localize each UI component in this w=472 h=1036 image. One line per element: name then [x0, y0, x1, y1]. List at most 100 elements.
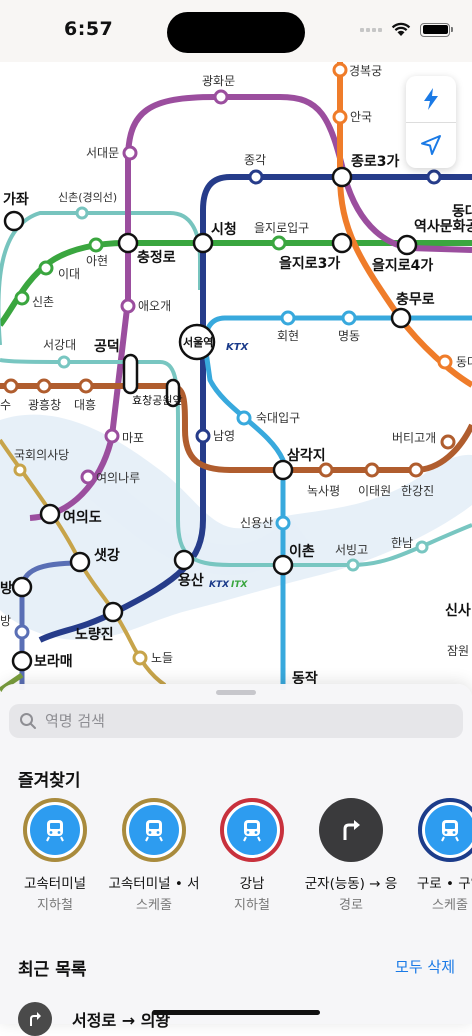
station-label: KTX: [226, 342, 250, 353]
favorite-type: 스케줄: [136, 898, 172, 913]
favorite-item[interactable]: 고속터미널 지하철: [5, 798, 105, 913]
station-label: 명동: [338, 329, 360, 343]
station-label: 안국: [350, 110, 372, 124]
favorite-item[interactable]: 군자(능동) → 응 경로: [301, 798, 401, 913]
favorite-name: 군자(능동) → 응: [304, 876, 398, 892]
station-label: 을지로4가: [372, 258, 433, 274]
station-label: 남영: [213, 429, 235, 443]
station-label: 여의나루: [96, 471, 140, 485]
route-arrow-icon: [343, 820, 360, 840]
station-label: 광흥창: [28, 398, 61, 412]
favorites-row[interactable]: 고속터미널 지하철 고속터미널 • 서 스케줄 강남 지하철 군자(능동) → …: [0, 798, 472, 918]
route-icon: [18, 1002, 52, 1036]
favorite-type: 지하철: [234, 898, 270, 913]
station-label: 충정로: [137, 249, 176, 266]
bottom-sheet[interactable]: 즐겨찾기 고속터미널 지하철: [0, 684, 472, 1036]
station-label: 시청: [211, 222, 237, 238]
location-arrow-icon: [421, 135, 441, 156]
favorite-name: 고속터미널: [23, 876, 87, 892]
favorites-title: 즐겨찾기: [18, 771, 81, 791]
station-label: 아현: [86, 254, 108, 268]
station-label: 방: [0, 614, 11, 628]
station-label: 효창공원앞: [132, 394, 183, 407]
favorite-type: 스케줄: [432, 898, 468, 913]
delete-all-button[interactable]: 모두 삭제: [395, 956, 455, 977]
station-label: 수: [0, 398, 11, 412]
station-label: 용산: [178, 572, 204, 589]
station-label: 마포: [122, 431, 144, 445]
station-label: 이태원: [358, 484, 391, 498]
station-label: 샛강: [94, 547, 120, 564]
quick-route-button[interactable]: [406, 76, 456, 122]
station-label: 충무로: [396, 292, 435, 308]
station-label: 경복궁: [349, 64, 382, 78]
station-label: 애오개: [138, 299, 171, 313]
station-label: 종각: [244, 153, 266, 167]
station-label: 녹사평: [307, 484, 340, 498]
station-label: 한남: [391, 536, 413, 550]
station-label: 동대: [452, 204, 472, 220]
station-label: 서강대: [43, 338, 76, 352]
recent-item[interactable]: 서정로 → 의왕: [18, 1002, 170, 1036]
station-label: 한강진: [401, 484, 434, 498]
favorite-icon-ring: [319, 798, 383, 862]
favorite-item[interactable]: 강남 지하철: [202, 798, 302, 913]
favorite-name: 고속터미널 • 서: [108, 876, 200, 892]
search-icon: [20, 713, 36, 729]
station-label: 삼각지: [287, 447, 326, 464]
station-label: 동대: [456, 355, 472, 369]
station-label: 가좌: [3, 192, 29, 208]
status-bar: 6:57: [0, 0, 472, 62]
station-label: 종로3가: [351, 154, 400, 170]
search-bar[interactable]: [9, 704, 463, 738]
station-label: 신용산: [240, 516, 273, 530]
station-label: 서대문: [86, 146, 119, 160]
station-label: 을지로입구: [254, 221, 309, 235]
station-label: KTX: [209, 580, 230, 590]
station-label: 잠원: [447, 644, 469, 658]
station-label: 대흥: [74, 398, 96, 412]
subway-icon: [243, 820, 261, 842]
favorite-icon-ring: [220, 798, 284, 862]
favorite-type: 지하철: [37, 898, 73, 913]
subway-icon: [441, 820, 459, 842]
favorite-item[interactable]: 고속터미널 • 서 스케줄: [104, 798, 204, 913]
favorite-item[interactable]: 구로 • 구일 스케줄: [400, 798, 472, 913]
station-label: 여의도: [63, 509, 102, 526]
subway-icon: [145, 820, 163, 842]
search-input[interactable]: [43, 711, 447, 731]
station-label: 신촌: [32, 295, 54, 309]
station-label: 신사: [445, 603, 471, 619]
lightning-bolt-icon: [424, 87, 438, 110]
station-label: 국회의사당: [14, 448, 69, 462]
station-label: 공덕: [94, 338, 120, 355]
map-controls: [406, 76, 456, 168]
recent-title: 최근 목록: [18, 960, 87, 980]
station-label: 광화문: [202, 74, 235, 88]
station-label: 을지로3가: [279, 256, 340, 272]
favorite-name: 강남: [239, 876, 265, 892]
station-label: 방: [0, 580, 13, 597]
station-label: 이촌: [289, 543, 315, 560]
route-arrow-icon: [30, 1012, 41, 1026]
favorite-name: 구로 • 구일: [416, 876, 472, 892]
station-label: 이대: [58, 267, 80, 281]
home-indicator[interactable]: [152, 1010, 320, 1015]
cellular-signal-icon: [360, 27, 382, 32]
status-icons: [360, 22, 453, 37]
station-label: 노들: [151, 651, 173, 665]
station-label: 회현: [277, 329, 299, 343]
my-location-button[interactable]: [406, 122, 456, 168]
battery-icon: [420, 22, 453, 37]
favorite-icon-ring: [122, 798, 186, 862]
sheet-grabber[interactable]: [216, 690, 256, 695]
station-label: 역사문화공: [414, 218, 472, 235]
station-label: 버티고개: [392, 431, 436, 445]
station-label: 숙대입구: [256, 411, 300, 425]
favorite-icon-ring: [418, 798, 472, 862]
station-label: 서빙고: [335, 543, 368, 557]
station-label: 보라매: [34, 654, 73, 670]
station-label: 노량진: [75, 626, 114, 643]
status-time: 6:57: [64, 18, 114, 40]
wifi-icon: [391, 22, 411, 36]
